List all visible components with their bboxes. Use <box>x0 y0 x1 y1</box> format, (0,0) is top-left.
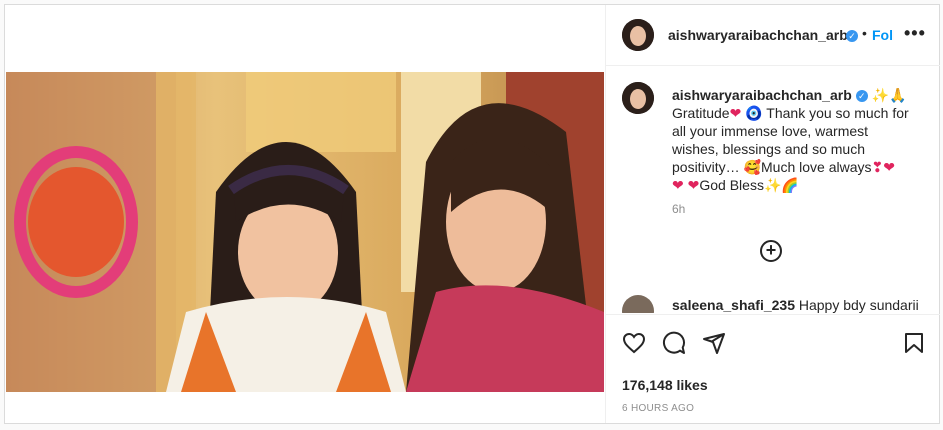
likes-count[interactable]: 176,148 likes <box>622 377 708 393</box>
sparkles-emoji: ✨ <box>871 87 890 103</box>
verified-icon: ✓ <box>855 90 868 103</box>
rainbow-emoji: 🌈 <box>781 177 799 193</box>
caption-line-4: positivity… <box>672 159 740 175</box>
avatar-image <box>622 19 654 51</box>
comment-avatar[interactable] <box>622 295 654 313</box>
avatar[interactable] <box>622 19 654 51</box>
post-header: aishwaryaraibachchan_arb ✓ • Follow ••• <box>606 5 940 66</box>
follow-button[interactable]: Follow <box>872 27 894 43</box>
separator-dot: • <box>862 25 867 41</box>
load-more-icon[interactable]: + <box>760 240 782 262</box>
heart-emoji: ❤ <box>672 177 684 193</box>
caption-avatar[interactable] <box>622 82 654 114</box>
red-heart-emoji: ❤ <box>729 105 742 121</box>
caption-line-3: wishes, blessings and so much <box>672 141 865 157</box>
heart-icon[interactable] <box>622 331 646 355</box>
sparkles-emoji: ✨ <box>763 177 782 193</box>
red-heart-emoji: ❤ <box>883 159 895 175</box>
heart-exclamation-emoji: ❣ <box>871 159 884 175</box>
post-actions: 176,148 likes 6 HOURS AGO <box>606 314 940 425</box>
caption-line-4b: Much love always <box>761 159 872 175</box>
verified-icon: ✓ <box>842 27 858 45</box>
caption-line-1b: Thank you so much for <box>766 105 909 121</box>
comment-body: saleena_shafi_235 Happy bdy sundarii <box>672 297 919 313</box>
caption-text: aishwaryaraibachchan_arb ✓ ✨🙏 Gratitude❤ … <box>672 86 922 194</box>
nazar-emoji: 🧿 <box>745 105 763 121</box>
photo-illustration <box>6 72 604 392</box>
caption-line-2: all your immense love, warmest <box>672 123 869 139</box>
comment-icon[interactable] <box>662 331 686 355</box>
comments-area[interactable]: aishwaryaraibachchan_arb ✓ ✨🙏 Gratitude❤ … <box>606 66 940 313</box>
post-sidebar: aishwaryaraibachchan_arb ✓ • Follow ••• … <box>605 5 940 423</box>
header-username[interactable]: aishwaryaraibachchan_arb <box>668 27 848 43</box>
caption-line-1: Gratitude <box>672 105 730 121</box>
post-photo[interactable] <box>6 72 604 392</box>
bookmark-icon[interactable] <box>902 331 926 355</box>
share-icon[interactable] <box>702 331 726 355</box>
heart-emoji: ❤ <box>687 177 700 193</box>
instagram-post: aishwaryaraibachchan_arb ✓ • Follow ••• … <box>4 4 940 424</box>
comment-text: Happy bdy sundarii <box>798 297 919 313</box>
avatar-image <box>622 82 654 114</box>
pray-emoji: 🙏 <box>889 87 907 103</box>
smiling-hearts-emoji: 🥰 <box>743 159 762 175</box>
caption-line-5b: God Bless <box>699 177 764 193</box>
post-timestamp[interactable]: 6 HOURS AGO <box>622 403 694 414</box>
caption-time: 6h <box>672 202 686 216</box>
comment-username[interactable]: saleena_shafi_235 <box>672 297 795 313</box>
caption-username[interactable]: aishwaryaraibachchan_arb <box>672 87 852 103</box>
more-options-icon[interactable]: ••• <box>904 23 926 44</box>
